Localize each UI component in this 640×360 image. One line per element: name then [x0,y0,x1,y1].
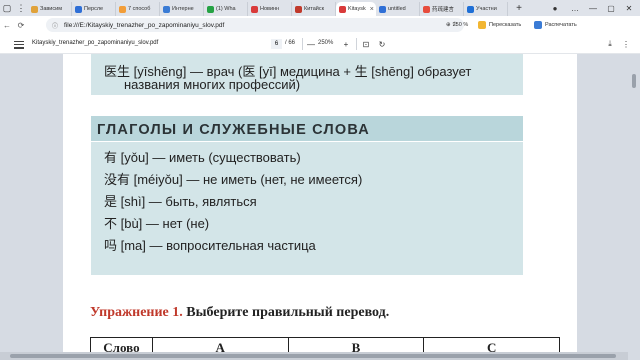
browser-tab[interactable]: 7 способ [116,2,160,16]
zoom-magnifier-icon: ⊕ [446,22,451,28]
browser-tab[interactable]: 药疏建言 [420,2,464,16]
extension-print[interactable]: Распечатать [534,18,577,32]
tab-favicon-icon [423,5,430,13]
browser-tab[interactable]: Участни [464,2,508,16]
info-box: 医生 [yīshēng] — врач (医 [yī] медицина + 生… [91,54,523,95]
vocab-box: ГЛАГОЛЫ И СЛУЖЕБНЫЕ СЛОВА 有 [yǒu] — имет… [91,116,523,275]
rotate-icon[interactable]: ↻ [376,38,388,50]
tab-label: 药疏建言 [432,7,455,13]
browser-tab[interactable]: Персле [72,2,116,16]
tab-favicon-icon [467,5,474,13]
profile-icon[interactable]: ● [546,0,564,16]
browser-tab[interactable]: (1) Wha [204,2,248,16]
extension-retell[interactable]: Пересказать [478,18,521,32]
tab-label: Интерне [172,6,194,12]
url-text: file:///E:/Kitayskiy_trenazher_po_zapomi… [64,21,225,29]
pdf-page: 医生 [yīshēng] — врач (医 [yī] медицина + 生… [63,54,577,360]
zoom-indicator[interactable]: ⊕ 250 % [446,19,468,31]
zoom-level-input[interactable]: 250% [318,40,333,46]
info-icon[interactable]: ⓘ [52,21,58,30]
back-icon[interactable]: ← [0,16,14,34]
scroll-thumb[interactable] [10,354,616,358]
tab-label: Участни [476,6,497,12]
horizontal-scrollbar[interactable] [0,352,628,360]
tab-favicon-icon [207,5,214,13]
page-number-input[interactable]: 6 [271,39,282,49]
tab-label: Китайск [304,6,325,12]
zoom-out-button[interactable]: — [305,38,317,50]
tab-favicon-icon [339,5,346,13]
retell-icon [478,21,486,29]
browser-tab[interactable]: Kitaysk × [336,2,376,16]
tab-label: untitled [388,6,406,12]
vocab-item: 吗 [ma] — вопросительная частица [104,238,316,253]
tab-label: (1) Wha [216,6,236,12]
exercise-number: Упражнение 1. [90,305,183,320]
vertical-scrollbar[interactable] [628,54,640,360]
new-tab-button[interactable]: + [512,1,526,15]
close-window-icon[interactable]: ✕ [620,0,638,16]
download-icon[interactable]: ⤓ [604,38,616,50]
menu-icon[interactable] [14,39,24,49]
refresh-icon[interactable]: ⟳ [14,16,28,34]
tab-favicon-icon [379,5,386,13]
vocab-item: 有 [yǒu] — иметь (существовать) [104,150,301,165]
tab-favicon-icon [163,5,170,13]
exercise-text: Выберите правильный перевод. [182,305,390,320]
vocab-item: 没有 [méiyǒu] — не иметь (нет, не имеется) [104,172,363,187]
fit-page-icon[interactable]: ⊡ [360,38,372,50]
vertical-tabs-icon[interactable]: ⋮ [14,0,28,16]
tab-label: Зависим [40,6,62,12]
section-header: ГЛАГОЛЫ И СЛУЖЕБНЫЕ СЛОВА [91,116,523,142]
tab-strip: ▢ ⋮ Зависим Персле 7 способ Интерне (1) Wha Н… [0,0,640,16]
tab-label: 7 способ [128,6,151,12]
page-total: / 66 [285,40,296,46]
toolbar-divider [356,38,357,50]
browser-tab[interactable]: Новинн [248,2,292,16]
exercise-heading: Упражнение 1. Выберите правильный перево… [90,305,389,321]
tab-favicon-icon [119,5,126,13]
tab-favicon-icon [75,5,82,13]
section-title: ГЛАГОЛЫ И СЛУЖЕБНЫЕ СЛОВА [97,122,370,138]
tab-favicon-icon [251,5,258,13]
maximize-icon[interactable]: ▢ [602,0,620,16]
vocab-item: 是 [shì] — быть, являться [104,194,257,209]
print-icon [534,21,542,29]
tab-label: Новинн [260,6,280,12]
tab-actions-icon[interactable]: ▢ [0,0,14,16]
minimize-icon[interactable]: — [584,0,602,16]
tab-favicon-icon [295,5,302,13]
toolbar-divider [302,38,303,50]
tab-label: Kitaysk [348,6,366,12]
info-line-2: названия многих профессий) [124,77,301,92]
pdf-viewer[interactable]: 医生 [yīshēng] — врач (医 [yī] медицина + 生… [0,54,640,360]
tab-favicon-icon [31,5,38,13]
document-title: Kitayskiy_trenazher_po_zapominaniyu_slov… [32,40,159,46]
browser-tab[interactable]: Зависим [28,2,72,16]
zoom-in-button[interactable]: + [340,38,352,50]
more-actions-icon[interactable]: ⋮ [620,38,632,50]
more-icon[interactable]: … [566,0,584,16]
scroll-thumb[interactable] [632,74,636,88]
browser-tab[interactable]: Китайск [292,2,336,16]
close-tab-icon[interactable]: × [370,6,374,13]
tab-label: Персле [84,6,104,12]
browser-tab[interactable]: Интерне [160,2,204,16]
browser-tab[interactable]: untitled [376,2,420,16]
vocab-item: 不 [bù] — нет (не) [104,216,210,231]
url-field[interactable]: ⓘ file:///E:/Kitayskiy_trenazher_po_zapo… [46,18,464,32]
